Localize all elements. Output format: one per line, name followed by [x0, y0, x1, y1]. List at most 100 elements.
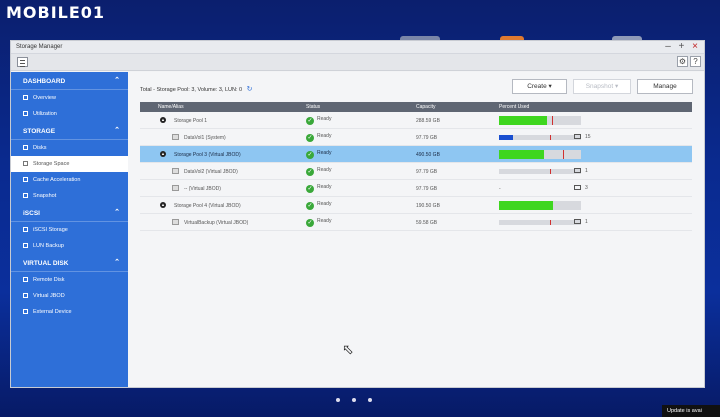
help-icon[interactable]: ? [690, 56, 701, 67]
row-capacity: 190.50 GB [416, 203, 440, 209]
column-header-capacity[interactable]: Capacity [416, 104, 435, 110]
snapshot-count: 3 [574, 185, 588, 191]
row-name: DataVol1 (System) [184, 135, 226, 141]
row-status: ✓ Ready [306, 184, 331, 193]
sidebar-section-storage[interactable]: STORAGE ⌃ [11, 122, 128, 140]
update-notification[interactable]: Update is avai [662, 405, 720, 417]
table-row[interactable]: ▲ Storage Pool 3 (Virtual JBOD) ✓ Ready 4… [140, 146, 692, 163]
table-row[interactable]: DataVol1 (System) ✓ Ready 97.79 GB 15 [140, 129, 692, 146]
row-status: ✓ Ready [306, 218, 331, 227]
collapse-toggle-icon[interactable]: ▲ [160, 202, 166, 208]
maximize-button[interactable]: + [679, 41, 685, 52]
page-indicator[interactable] [336, 389, 384, 407]
sidebar-item-utilization[interactable]: Utilization [11, 106, 128, 122]
section-label: iSCSI [23, 210, 40, 217]
sidebar-item-overview[interactable]: Overview [11, 90, 128, 106]
sidebar-item-storage-space[interactable]: Storage Space [11, 156, 128, 172]
sidebar-section-dashboard[interactable]: DASHBOARD ⌃ [11, 72, 128, 90]
sidebar-item-label: Overview [33, 95, 56, 101]
utilization-icon [23, 111, 28, 116]
collapse-toggle-icon[interactable]: ▲ [160, 117, 166, 123]
menu-icon[interactable] [17, 57, 28, 67]
row-status: ✓ Ready [306, 133, 331, 142]
row-name: -- (Virtual JBOD) [184, 186, 221, 192]
sidebar-item-iscsi-storage[interactable]: iSCSI Storage [11, 222, 128, 238]
column-header-name[interactable]: Name/Alias [158, 104, 184, 110]
jbod-icon [23, 293, 28, 298]
row-capacity: 288.59 GB [416, 118, 440, 124]
storage-space-icon [23, 161, 28, 166]
external-device-icon [23, 309, 28, 314]
minimize-button[interactable]: – [665, 41, 671, 52]
sidebar-item-external-device[interactable]: External Device [11, 304, 128, 320]
section-label: VIRTUAL DISK [23, 260, 69, 267]
snapshot-count-value: 3 [585, 185, 588, 191]
disks-icon [23, 145, 28, 150]
table-row[interactable]: -- (Virtual JBOD) ✓ Ready 97.79 GB - 3 [140, 180, 692, 197]
create-button[interactable]: Create ▾ [512, 79, 567, 94]
check-icon: ✓ [306, 134, 314, 142]
usage-bar [499, 150, 581, 159]
snapshot-count: 1 [574, 168, 588, 174]
snapshot-count-value: 1 [585, 219, 588, 225]
close-button[interactable]: × [692, 41, 698, 52]
storage-manager-window: Storage Manager – + × ⚙ ? DASHBOARD ⌃ Ov… [10, 40, 705, 388]
window-title: Storage Manager [16, 44, 63, 50]
row-name: Storage Pool 1 [174, 118, 208, 124]
table-row[interactable]: DataVol2 (Virtual JBOD) ✓ Ready 97.79 GB … [140, 163, 692, 180]
table-row[interactable]: ▲ Storage Pool 1 ✓ Ready 288.59 GB [140, 112, 692, 129]
collapse-toggle-icon[interactable]: ▲ [160, 151, 166, 157]
status-text: Ready [317, 116, 332, 122]
iscsi-icon [23, 227, 28, 232]
row-name: VirtualBackup (Virtual JBOD) [184, 220, 249, 226]
snapshot-count-value: 15 [585, 134, 591, 140]
chevron-up-icon[interactable]: ⌃ [114, 76, 120, 84]
column-header-status[interactable]: Status [306, 104, 320, 110]
snapshot-button[interactable]: Snapshot ▾ [573, 79, 631, 94]
backup-icon [23, 243, 28, 248]
chevron-up-icon[interactable]: ⌃ [114, 208, 120, 216]
sidebar-item-label: LUN Backup [33, 243, 64, 249]
check-icon: ✓ [306, 168, 314, 176]
row-status: ✓ Ready [306, 201, 331, 210]
usage-unavailable: - [499, 186, 501, 192]
row-name: Storage Pool 3 (Virtual JBOD) [174, 152, 241, 158]
sidebar-item-label: External Device [33, 309, 72, 315]
row-status: ✓ Ready [306, 150, 331, 159]
usage-bar [499, 135, 581, 140]
usage-bar [499, 116, 581, 125]
sidebar-item-label: Cache Acceleration [33, 177, 81, 183]
check-icon: ✓ [306, 219, 314, 227]
check-icon: ✓ [306, 117, 314, 125]
status-text: Ready [317, 218, 332, 224]
column-header-percent-used[interactable]: Percent Used [499, 104, 529, 110]
page-dot[interactable] [336, 398, 340, 402]
sidebar-item-disks[interactable]: Disks [11, 140, 128, 156]
sidebar-item-snapshot[interactable]: Snapshot [11, 188, 128, 204]
check-icon: ✓ [306, 185, 314, 193]
sidebar-item-remote-disk[interactable]: Remote Disk [11, 272, 128, 288]
threshold-marker [549, 220, 551, 225]
sidebar-item-lun-backup[interactable]: LUN Backup [11, 238, 128, 254]
chevron-up-icon[interactable]: ⌃ [114, 258, 120, 266]
table-row[interactable]: VirtualBackup (Virtual JBOD) ✓ Ready 59.5… [140, 214, 692, 231]
manage-button[interactable]: Manage [637, 79, 693, 94]
toolbar: ⚙ ? [11, 54, 704, 71]
page-dot[interactable] [368, 398, 372, 402]
table-row[interactable]: ▲ Storage Pool 4 (Virtual JBOD) ✓ Ready 1… [140, 197, 692, 214]
watermark-logo: MOBILE01 [6, 3, 106, 22]
chevron-up-icon[interactable]: ⌃ [114, 126, 120, 134]
section-label: STORAGE [23, 128, 56, 135]
usage-bar-fill [499, 135, 513, 140]
page-dot[interactable] [352, 398, 356, 402]
sidebar-section-virtual-disk[interactable]: VIRTUAL DISK ⌃ [11, 254, 128, 272]
sidebar-item-virtual-jbod[interactable]: Virtual JBOD [11, 288, 128, 304]
threshold-marker [562, 150, 564, 159]
refresh-icon[interactable]: ↻ [247, 86, 253, 93]
row-capacity: 59.58 GB [416, 220, 438, 226]
status-text: Ready [317, 150, 332, 156]
gear-icon[interactable]: ⚙ [677, 56, 688, 67]
usage-bar [499, 220, 581, 225]
sidebar-item-cache-acceleration[interactable]: Cache Acceleration [11, 172, 128, 188]
sidebar-section-iscsi[interactable]: iSCSI ⌃ [11, 204, 128, 222]
